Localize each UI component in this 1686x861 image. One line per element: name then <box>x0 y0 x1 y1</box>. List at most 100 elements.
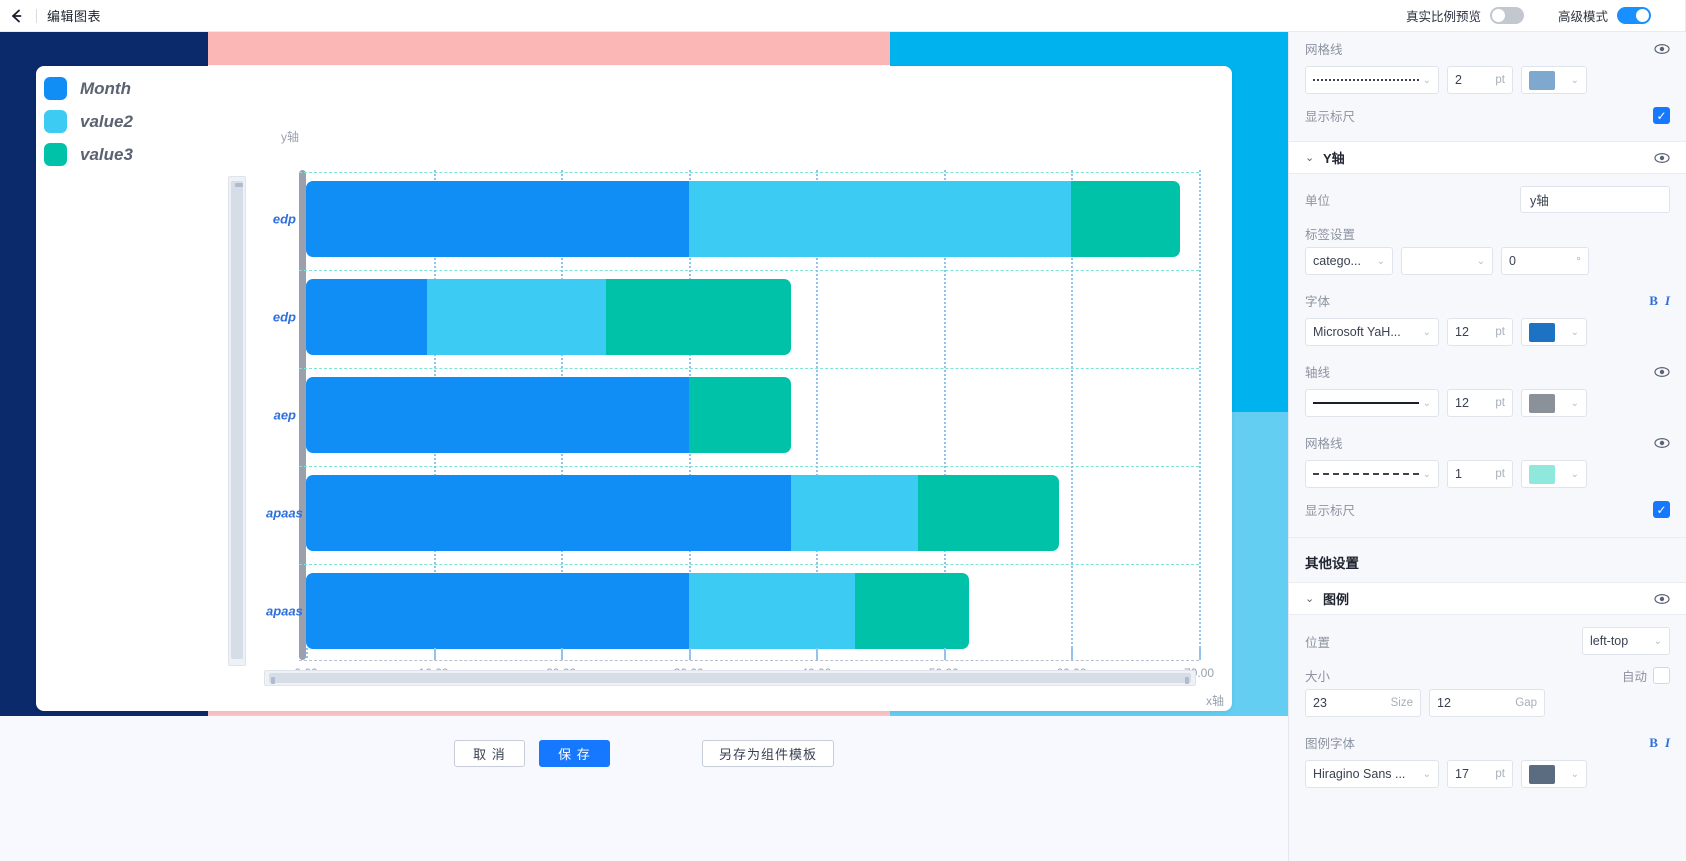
legend-font-family-select[interactable]: Hiragino Sans ... ⌄ <box>1305 760 1439 788</box>
real-scale-preview-switch[interactable] <box>1489 7 1524 24</box>
legend-position-value: left-top <box>1590 634 1629 648</box>
yaxis-axisline-color-select[interactable]: ⌄ <box>1521 389 1587 417</box>
yaxis-gridline-width-input[interactable]: 1 pt <box>1447 460 1513 488</box>
y-axis-tick-label: edp <box>272 211 296 227</box>
legend-section-title: 图例 <box>1323 592 1350 607</box>
settings-panel[interactable]: 网格线 ⌄ 2 pt ⌄ 显示标尺 ✓ ⌄ Y轴 单位 y轴 标签设置 cate… <box>1288 32 1686 861</box>
bar-segment-value3[interactable] <box>688 377 791 453</box>
chart-widget[interactable]: Month value2 value3 y轴 x轴 edp edp aep ap… <box>36 66 1232 711</box>
bar-segment-Month[interactable] <box>306 573 689 649</box>
italic-button[interactable]: I <box>1665 293 1670 309</box>
x-axis-tick-mark <box>816 648 819 658</box>
yaxis-unit-right <box>1520 186 1670 213</box>
scrollbar-thumb[interactable] <box>269 673 1191 684</box>
chart-vertical-scrollbar[interactable] <box>228 176 246 666</box>
yaxis-axisline-label: 轴线 <box>1305 366 1331 380</box>
legend-item[interactable]: value2 <box>44 105 133 138</box>
save-button[interactable]: 保 存 <box>538 740 610 767</box>
yaxis-unit-input[interactable] <box>1520 186 1670 213</box>
yaxis-gridline-color-select[interactable]: ⌄ <box>1521 460 1587 488</box>
chevron-down-icon: ⌄ <box>1570 397 1579 409</box>
bar-segment-value3[interactable] <box>605 279 791 355</box>
bold-button[interactable]: B <box>1649 293 1658 309</box>
back-arrow-icon[interactable] <box>0 0 34 32</box>
italic-button[interactable]: I <box>1665 735 1670 751</box>
eye-icon[interactable] <box>1654 41 1670 57</box>
color-swatch <box>1529 70 1555 90</box>
bar-stack[interactable] <box>306 181 1180 257</box>
bar-segment-value2[interactable] <box>688 181 1072 257</box>
save-as-template-button[interactable]: 另存为组件模板 <box>701 740 834 767</box>
yaxis-label-angle-value: 0 <box>1509 254 1516 268</box>
yaxis-show-ruler-label: 显示标尺 <box>1305 504 1356 518</box>
legend-font-color-select[interactable]: ⌄ <box>1521 760 1587 788</box>
bar-segment-value2[interactable] <box>688 573 855 649</box>
eye-icon[interactable] <box>1654 150 1670 166</box>
bar-segment-Month[interactable] <box>306 475 791 551</box>
bar-segment-value2[interactable] <box>427 279 606 355</box>
x-axis-tick-mark <box>433 648 436 658</box>
advanced-mode-switch[interactable] <box>1617 7 1651 24</box>
chevron-down-icon[interactable]: ⌄ <box>1305 592 1323 605</box>
yaxis-font-size-input[interactable]: 12 pt <box>1447 318 1513 346</box>
xaxis-gridline-color-select[interactable]: ⌄ <box>1521 66 1587 94</box>
legend-position-select[interactable]: left-top ⌄ <box>1582 627 1670 655</box>
legend-auto-checkbox[interactable]: ✓ <box>1653 666 1670 684</box>
bar-stack[interactable] <box>306 475 1059 551</box>
legend-section-header[interactable]: ⌄ 图例 <box>1289 582 1686 615</box>
yaxis-section-header[interactable]: ⌄ Y轴 <box>1289 141 1686 174</box>
xaxis-show-ruler-checkbox[interactable]: ✓ <box>1653 107 1670 124</box>
legend-size-value: 23 <box>1313 696 1327 710</box>
xaxis-gridline-style-select[interactable]: ⌄ <box>1305 66 1439 94</box>
xaxis-gridline-width-input[interactable]: 2 pt <box>1447 66 1513 94</box>
canvas-block-pink-top[interactable] <box>208 32 890 65</box>
scrollbar-thumb[interactable] <box>231 181 243 659</box>
bar-segment-Month[interactable] <box>306 279 428 355</box>
chevron-down-icon: ⌄ <box>1570 768 1579 780</box>
bold-button[interactable]: B <box>1649 735 1658 751</box>
color-swatch <box>1529 393 1555 413</box>
yaxis-font-color-select[interactable]: ⌄ <box>1521 318 1587 346</box>
design-canvas[interactable]: Month value2 value3 y轴 x轴 edp edp aep ap… <box>0 32 1288 716</box>
legend-font-size-input[interactable]: 17 pt <box>1447 760 1513 788</box>
yaxis-font-family-select[interactable]: Microsoft YaH... ⌄ <box>1305 318 1439 346</box>
chart-legend[interactable]: Month value2 value3 <box>44 72 133 171</box>
legend-item[interactable]: value3 <box>44 138 133 171</box>
bar-segment-value3[interactable] <box>1071 181 1180 257</box>
bar-segment-value2[interactable] <box>790 475 919 551</box>
yaxis-label-format-select[interactable]: ⌄ <box>1401 247 1493 275</box>
legend-size-label: 大小 <box>1305 669 1331 684</box>
legend-size-input[interactable]: 23 Size <box>1305 689 1421 717</box>
legend-gap-input[interactable]: 12 Gap <box>1429 689 1545 717</box>
legend-gap-value: 12 <box>1437 696 1451 710</box>
chevron-down-icon[interactable]: ⌄ <box>1305 151 1323 164</box>
x-axis-tick-mark <box>1071 648 1074 658</box>
yaxis-show-ruler-checkbox[interactable]: ✓ <box>1653 501 1670 518</box>
yaxis-label-settings-row: 标签设置 <box>1289 213 1686 243</box>
legend-item[interactable]: Month <box>44 72 133 105</box>
bar-segment-value3[interactable] <box>918 475 1059 551</box>
yaxis-gridline-style-select[interactable]: ⌄ <box>1305 460 1439 488</box>
yaxis-font-family-value: Microsoft YaH... <box>1313 325 1401 339</box>
bar-stack[interactable] <box>306 279 791 355</box>
yaxis-axisline-controls: ⌄ 12 pt ⌄ <box>1289 385 1686 426</box>
yaxis-label-angle-input[interactable]: 0 ° <box>1501 247 1589 275</box>
eye-icon[interactable] <box>1654 591 1670 607</box>
y-axis-tick-label: aep <box>273 407 296 423</box>
eye-icon[interactable] <box>1654 364 1670 380</box>
yaxis-axisline-style-select[interactable]: ⌄ <box>1305 389 1439 417</box>
yaxis-label-angle-unit: ° <box>1576 254 1581 268</box>
bar-segment-value3[interactable] <box>854 573 970 649</box>
yaxis-axisline-width-input[interactable]: 12 pt <box>1447 389 1513 417</box>
cancel-button[interactable]: 取 消 <box>453 740 525 767</box>
yaxis-label-type-select[interactable]: catego... ⌄ <box>1305 247 1393 275</box>
solid-line-icon <box>1313 402 1419 404</box>
bar-segment-Month[interactable] <box>306 181 689 257</box>
bar-stack[interactable] <box>306 377 791 453</box>
eye-icon[interactable] <box>1654 435 1670 451</box>
bar-segment-Month[interactable] <box>306 377 689 453</box>
x-axis-tick-mark <box>306 648 308 658</box>
yaxis-font-style-buttons: B I <box>1649 293 1670 309</box>
chart-horizontal-scrollbar[interactable] <box>264 670 1196 686</box>
bar-stack[interactable] <box>306 573 970 649</box>
